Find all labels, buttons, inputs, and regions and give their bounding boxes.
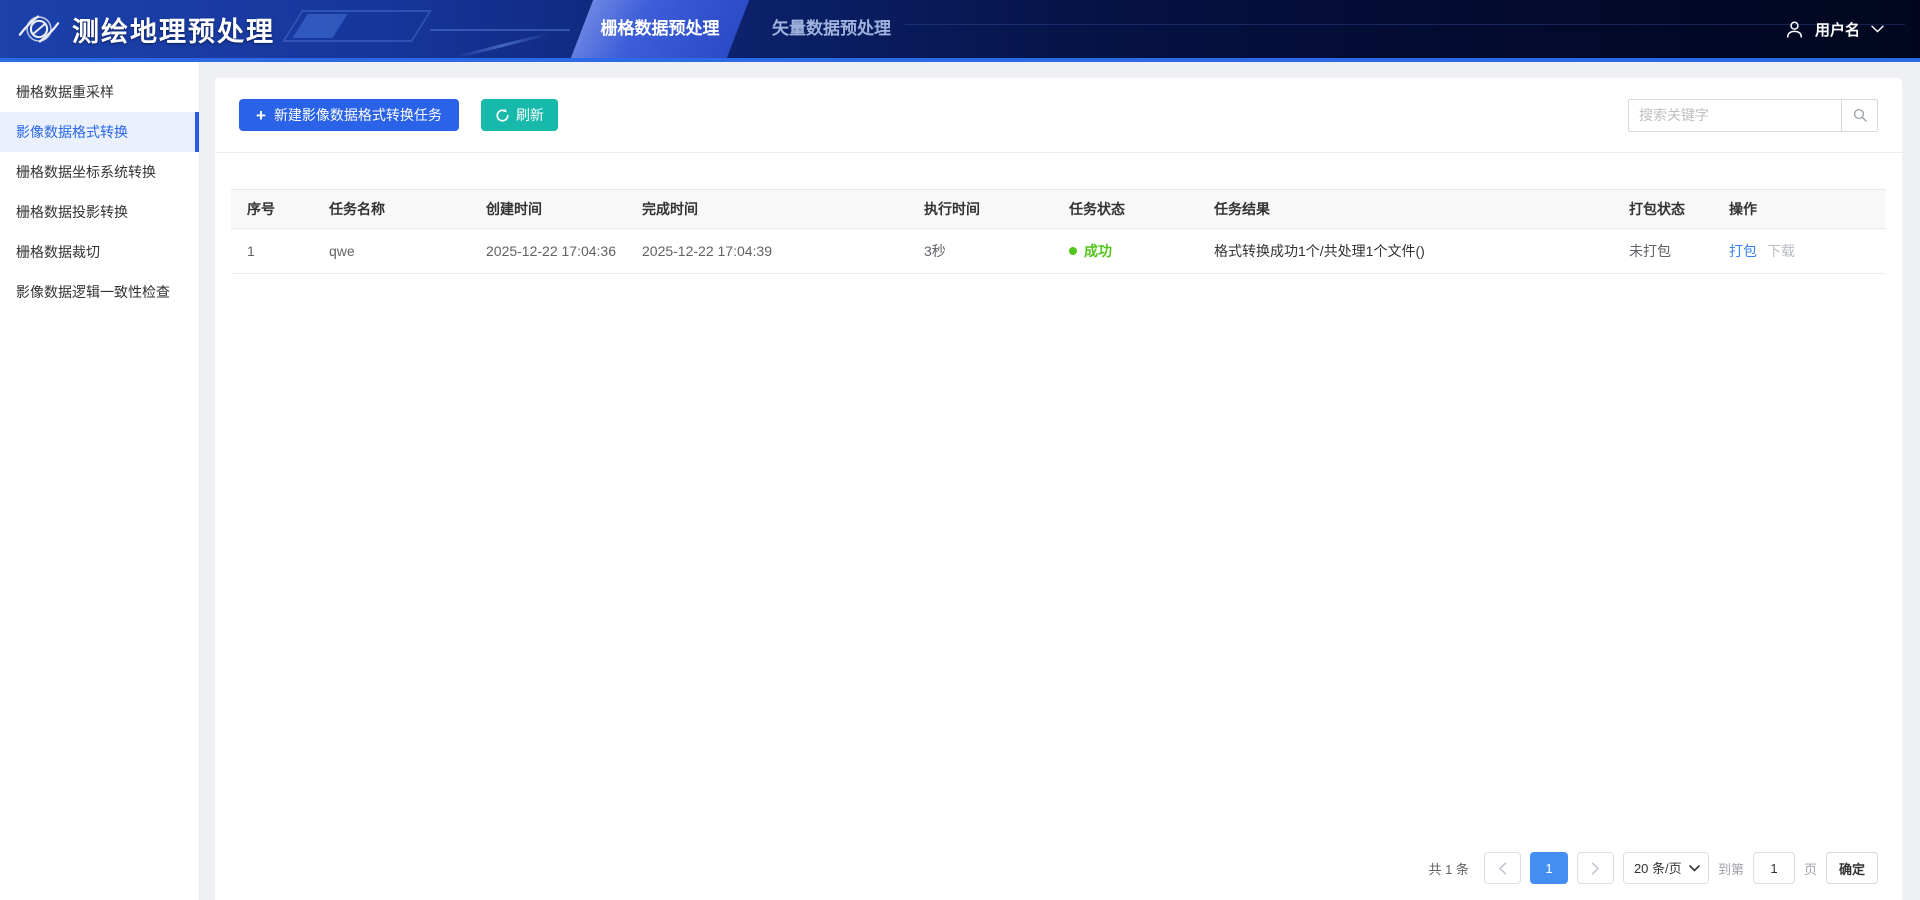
cell-task-result: 格式转换成功1个/共处理1个文件()	[1198, 229, 1613, 274]
cell-task-status: 成功	[1053, 229, 1198, 274]
cell-actions: 打包下载	[1713, 229, 1886, 274]
cell-finished-time: 2025-12-22 17:04:39	[626, 229, 908, 274]
new-task-button-label: 新建影像数据格式转换任务	[274, 105, 442, 125]
next-page-button[interactable]	[1577, 852, 1614, 884]
goto-confirm-button[interactable]: 确定	[1826, 852, 1878, 884]
pack-action-link[interactable]: 打包	[1729, 243, 1757, 259]
pagination-total: 共 1 条	[1428, 859, 1468, 878]
header-circuit-decoration	[905, 24, 1905, 25]
cell-task-name: qwe	[313, 229, 470, 274]
status-success-dot	[1069, 247, 1077, 255]
app-logo-area: 测绘地理预处理	[18, 0, 275, 58]
sidebar-item-raster-coordinate-convert[interactable]: 栅格数据坐标系统转换	[0, 152, 199, 192]
tab-vector-preprocess[interactable]: 矢量数据预处理	[772, 0, 891, 58]
goto-page-input[interactable]	[1753, 852, 1795, 884]
col-actions: 操作	[1713, 190, 1886, 229]
col-finished-time: 完成时间	[626, 190, 908, 229]
col-index: 序号	[231, 190, 313, 229]
goto-page-suffix: 页	[1804, 859, 1817, 878]
app-title: 测绘地理预处理	[72, 10, 275, 49]
col-duration: 执行时间	[908, 190, 1053, 229]
chevron-right-icon	[1591, 862, 1600, 875]
header-circuit-decoration	[456, 33, 549, 59]
col-task-status: 任务状态	[1053, 190, 1198, 229]
cell-pack-status: 未打包	[1613, 229, 1713, 274]
sidebar-item-raster-projection-convert[interactable]: 栅格数据投影转换	[0, 192, 199, 232]
page-number-1[interactable]: 1	[1530, 852, 1568, 884]
chevron-left-icon	[1498, 862, 1507, 875]
table-row: 1 qwe 2025-12-22 17:04:36 2025-12-22 17:…	[231, 229, 1886, 274]
col-created-time: 创建时间	[470, 190, 626, 229]
new-task-button[interactable]: + 新建影像数据格式转换任务	[239, 99, 459, 131]
task-table-section: 序号 任务名称 创建时间 完成时间 执行时间 任务状态 任务结果 打包状态 操作…	[215, 153, 1902, 274]
user-icon	[1785, 20, 1804, 39]
col-task-result: 任务结果	[1198, 190, 1613, 229]
pagination: 共 1 条 1 20 条/页	[1428, 852, 1878, 884]
orbit-globe-logo-icon	[18, 9, 60, 49]
download-action-link: 下载	[1767, 243, 1795, 259]
top-header: 测绘地理预处理 栅格数据预处理 矢量数据预处理 用户名	[0, 0, 1920, 62]
search-button[interactable]	[1841, 99, 1878, 132]
page-size-select-wrap: 20 条/页	[1623, 852, 1709, 884]
refresh-icon	[495, 108, 510, 123]
user-menu[interactable]: 用户名	[1785, 0, 1884, 58]
search-icon	[1852, 107, 1868, 123]
col-task-name: 任务名称	[313, 190, 470, 229]
main-content-panel: + 新建影像数据格式转换任务 刷新	[215, 78, 1902, 900]
cell-duration: 3秒	[908, 229, 1053, 274]
page-size-select[interactable]: 20 条/页	[1624, 853, 1708, 883]
sidebar-item-image-logic-consistency-check[interactable]: 影像数据逻辑一致性检查	[0, 272, 199, 312]
sidebar-item-raster-resample[interactable]: 栅格数据重采样	[0, 72, 199, 112]
tab-raster-preprocess-label: 栅格数据预处理	[582, 0, 738, 58]
search-input[interactable]	[1628, 99, 1842, 132]
sidebar-item-image-format-convert[interactable]: 影像数据格式转换	[0, 112, 199, 152]
refresh-button-label: 刷新	[516, 105, 544, 125]
header-circuit-decoration	[430, 29, 570, 31]
tab-raster-preprocess[interactable]: 栅格数据预处理	[571, 0, 749, 58]
search-group	[1628, 99, 1878, 132]
toolbar: + 新建影像数据格式转换任务 刷新	[215, 78, 1902, 153]
task-table: 序号 任务名称 创建时间 完成时间 执行时间 任务状态 任务结果 打包状态 操作…	[231, 189, 1886, 274]
sidebar-item-raster-clip[interactable]: 栅格数据裁切	[0, 232, 199, 272]
prev-page-button[interactable]	[1484, 852, 1521, 884]
goto-page-prefix: 到第	[1718, 859, 1744, 878]
plus-icon: +	[256, 107, 266, 124]
user-name: 用户名	[1815, 19, 1860, 40]
refresh-button[interactable]: 刷新	[481, 99, 558, 131]
chevron-down-icon	[1871, 25, 1884, 33]
col-pack-status: 打包状态	[1613, 190, 1713, 229]
cell-created-time: 2025-12-22 17:04:36	[470, 229, 626, 274]
table-header-row: 序号 任务名称 创建时间 完成时间 执行时间 任务状态 任务结果 打包状态 操作	[231, 190, 1886, 229]
cell-index: 1	[231, 229, 313, 274]
status-success-label: 成功	[1084, 243, 1112, 259]
sidebar-nav: 栅格数据重采样 影像数据格式转换 栅格数据坐标系统转换 栅格数据投影转换 栅格数…	[0, 62, 200, 900]
